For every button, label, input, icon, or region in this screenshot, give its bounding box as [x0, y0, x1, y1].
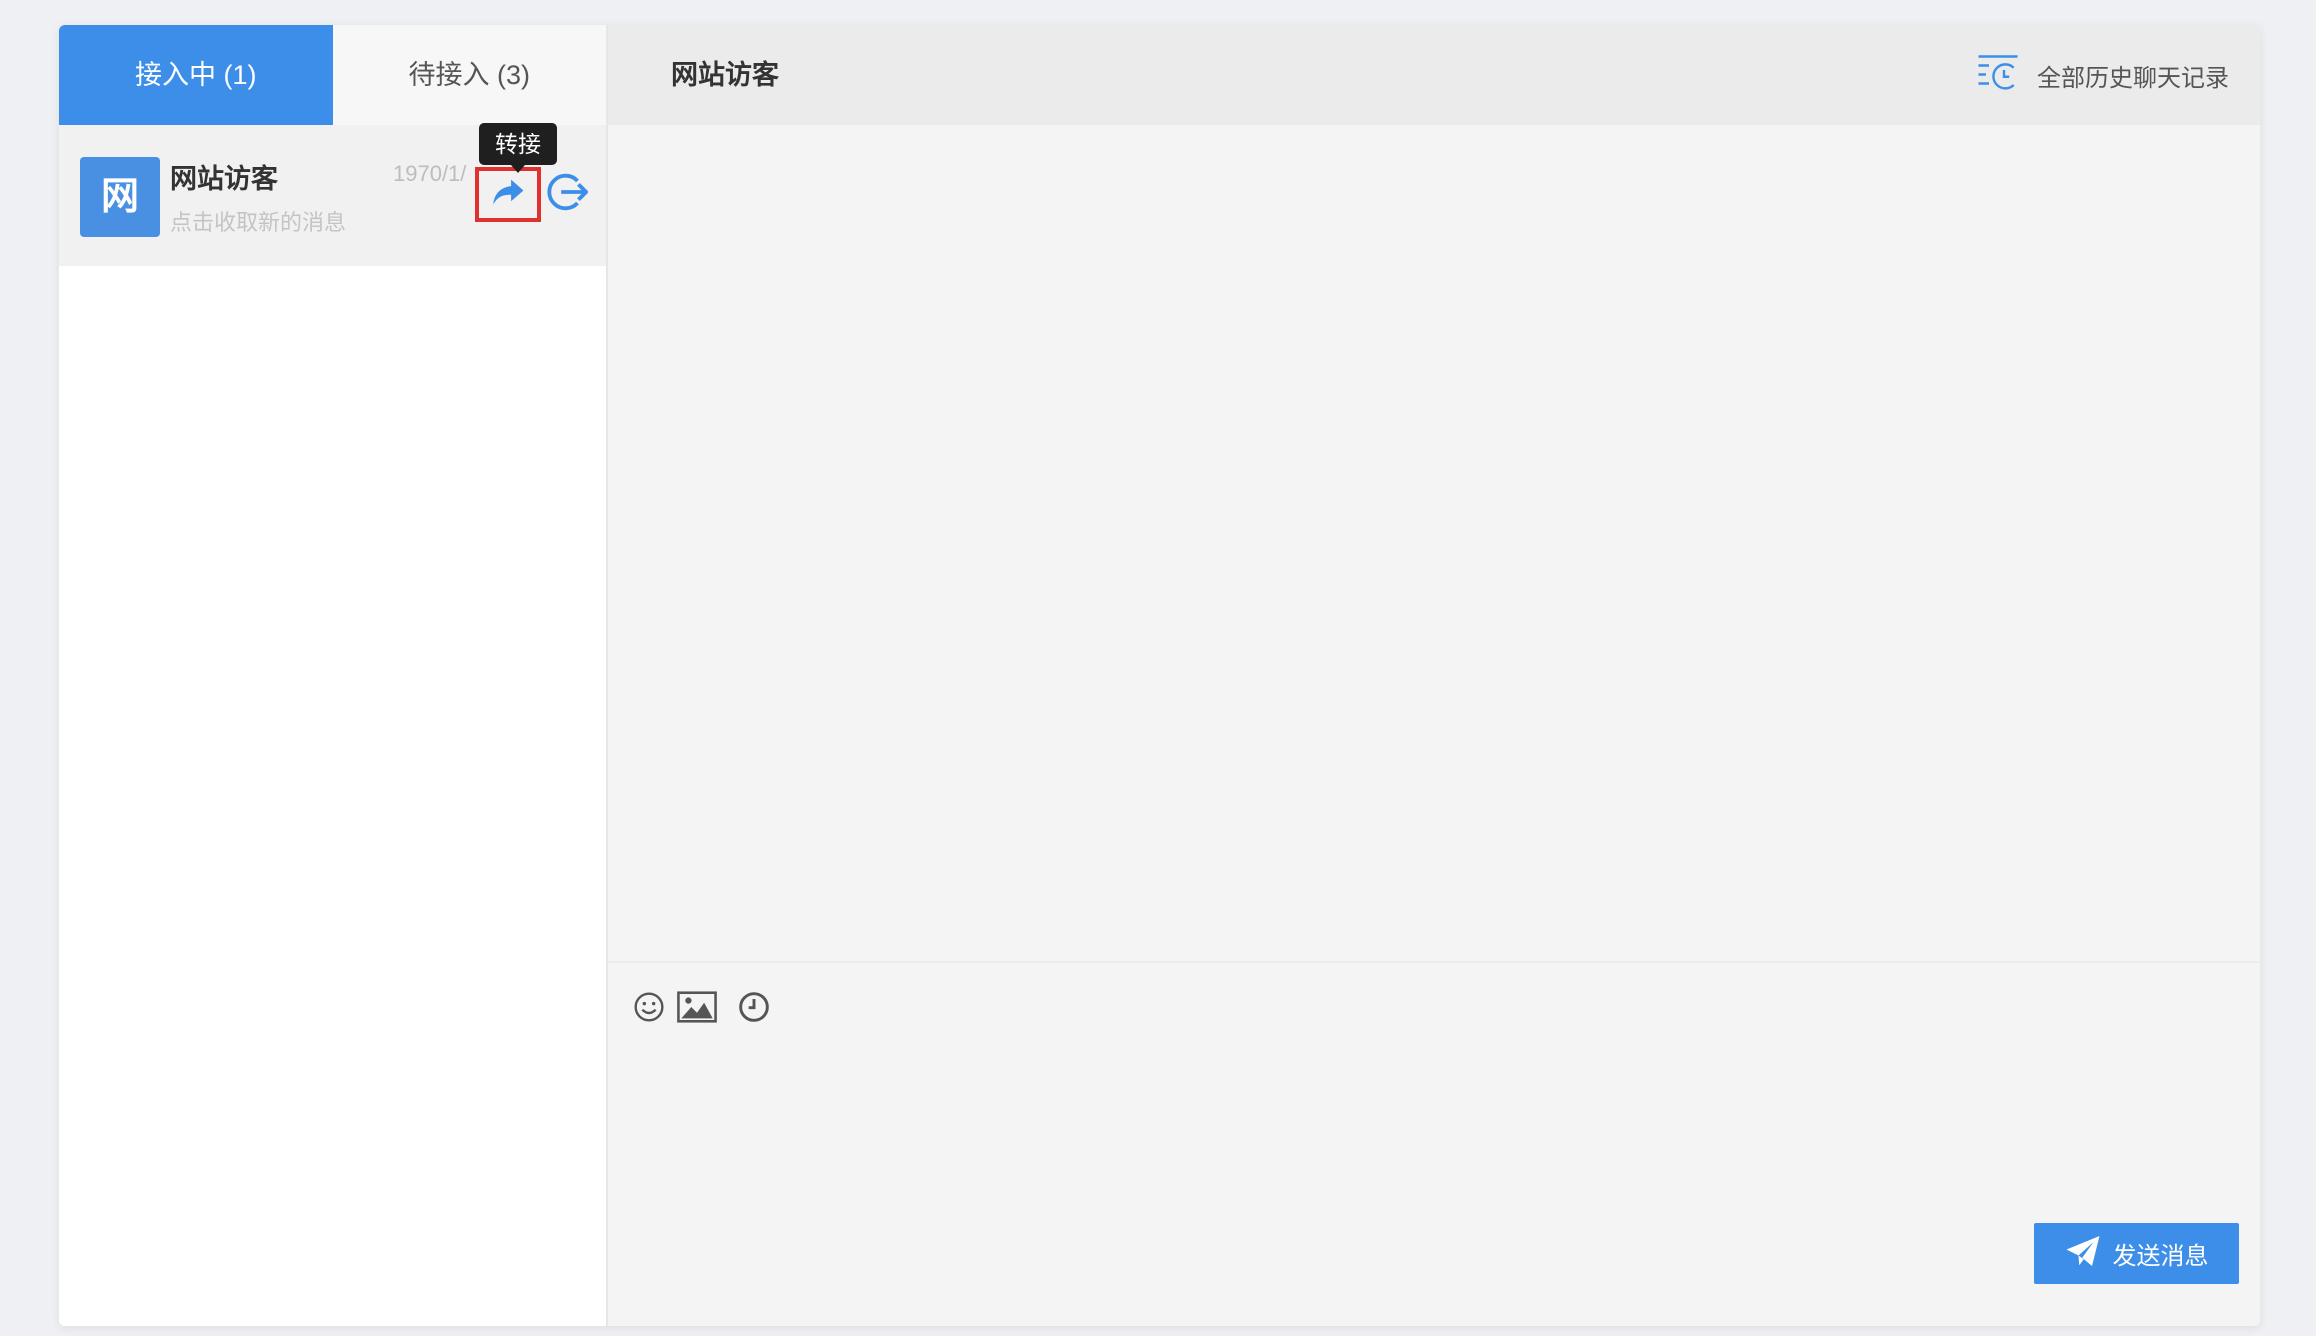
message-list	[608, 125, 2260, 963]
tab-active-sessions[interactable]: 接入中 (1)	[59, 25, 333, 125]
transfer-icon	[489, 175, 527, 214]
clock-icon	[738, 991, 770, 1028]
paper-plane-icon	[2065, 1234, 2101, 1273]
transfer-tooltip: 转接	[479, 123, 557, 173]
chat-app: 接入中 (1) 待接入 (3) 网 网站访客 1970/1/ 点击收取新的消息	[59, 25, 2260, 1326]
tooltip-text: 转接	[495, 131, 541, 157]
emoji-button[interactable]	[629, 987, 669, 1031]
history-link[interactable]: 全部历史聊天记录	[1977, 25, 2229, 125]
history-list-icon	[1977, 53, 2019, 98]
clock-button[interactable]	[734, 987, 774, 1031]
tab-waiting-sessions[interactable]: 待接入 (3)	[332, 25, 606, 125]
input-toolbar	[608, 987, 1008, 1031]
session-list: 网 网站访客 1970/1/ 点击收取新的消息	[59, 125, 606, 1326]
chat-header: 网站访客 全部历史聊天记录	[608, 25, 2260, 125]
session-time: 1970/1/	[393, 161, 467, 186]
chat-panel: 网站访客 全部历史聊天记录 发送消息	[608, 25, 2260, 1326]
send-label: 发送消息	[2112, 1243, 2209, 1270]
session-tabs: 接入中 (1) 待接入 (3)	[59, 25, 606, 125]
session-name: 网站访客	[170, 164, 278, 194]
avatar: 网	[80, 157, 160, 237]
transfer-button[interactable]	[475, 167, 541, 222]
end-session-button[interactable]	[543, 171, 589, 217]
exit-icon	[543, 169, 589, 220]
image-icon	[677, 990, 717, 1028]
message-input[interactable]	[628, 1041, 2240, 1221]
tooltip-arrow	[511, 165, 525, 173]
session-panel: 接入中 (1) 待接入 (3) 网 网站访客 1970/1/ 点击收取新的消息	[59, 25, 608, 1326]
history-label: 全部历史聊天记录	[2037, 64, 2229, 92]
image-button[interactable]	[677, 987, 717, 1031]
chat-title: 网站访客	[671, 60, 779, 90]
session-preview: 点击收取新的消息	[170, 210, 347, 235]
emoji-icon	[633, 991, 665, 1028]
send-button[interactable]: 发送消息	[2034, 1223, 2239, 1284]
